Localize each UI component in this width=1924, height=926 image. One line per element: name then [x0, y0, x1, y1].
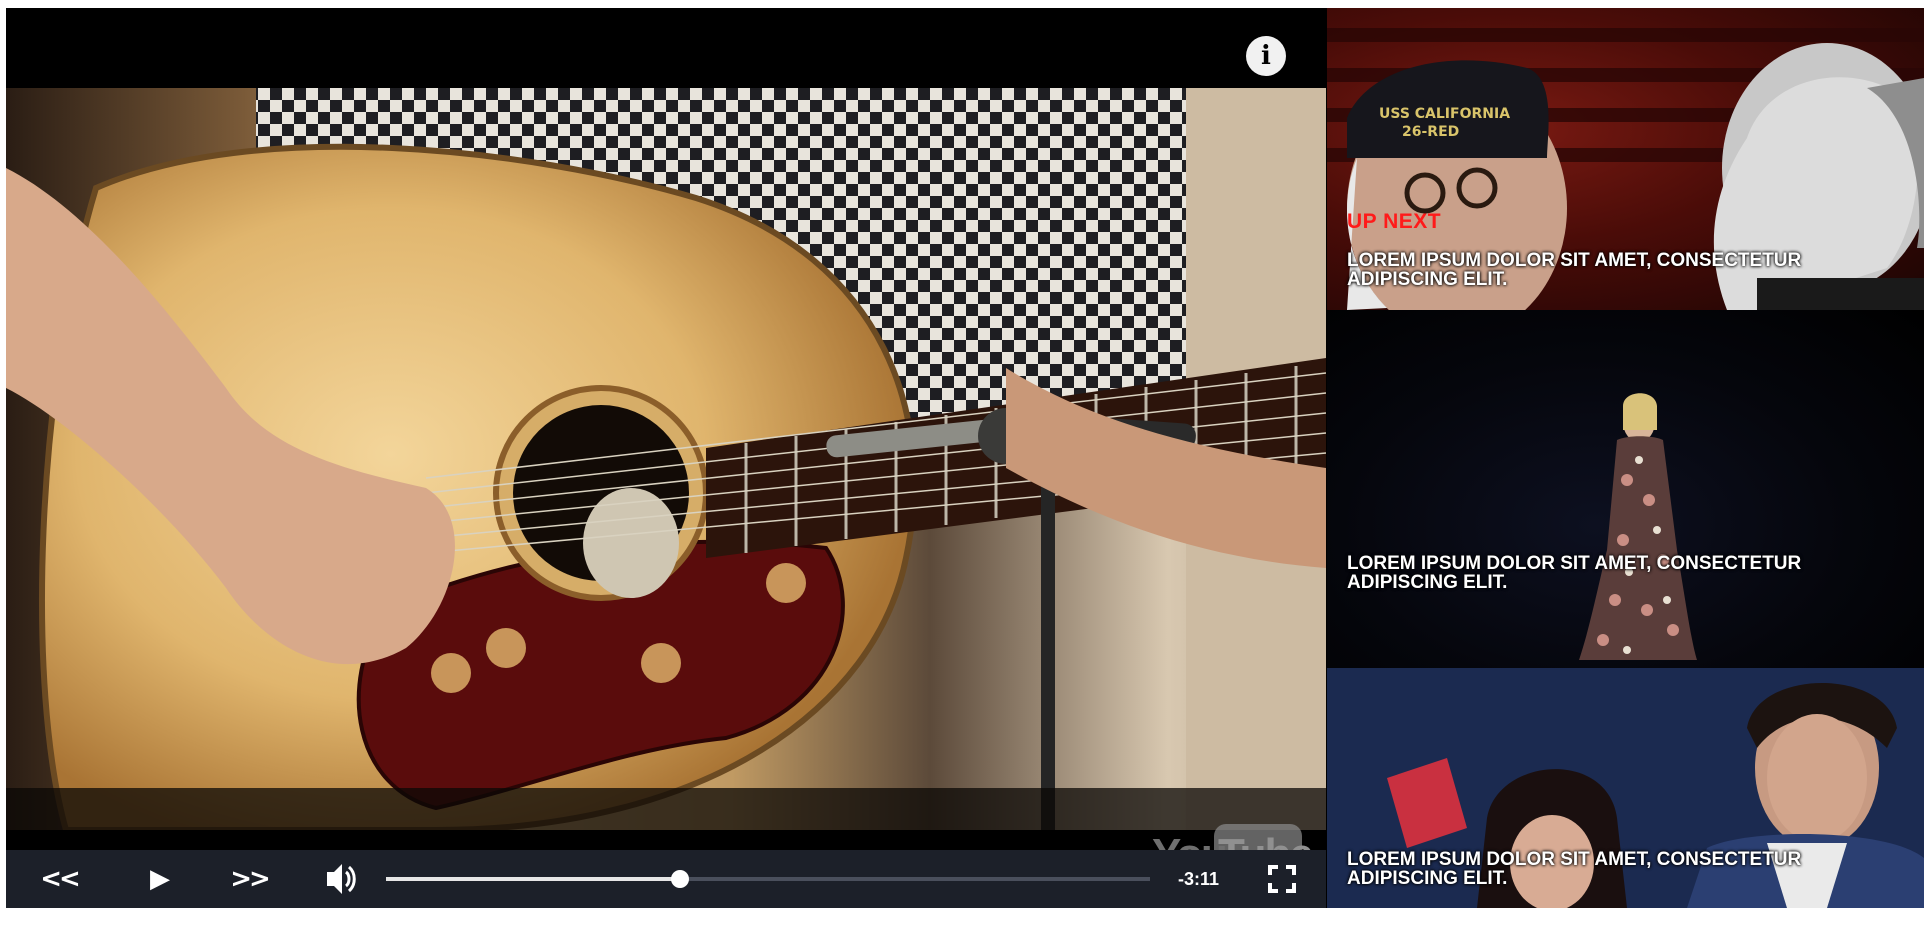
playlist-item-title: LOREM IPSUM DOLOR SIT AMET, CONSECTETUR … — [1347, 553, 1802, 593]
progress-bar[interactable] — [386, 870, 1150, 888]
video-area[interactable]: i << ▶ >> -3:11 — [6, 8, 1326, 908]
playlist-item[interactable]: LOREM IPSUM DOLOR SIT AMET, CONSECTETUR … — [1327, 668, 1924, 908]
playlist-item-title: LOREM IPSUM DOLOR SIT AMET, CONSECTETUR … — [1347, 849, 1802, 889]
thumbnail-image-2 — [1579, 393, 1697, 660]
video-player-frame: i << ▶ >> -3:11 USS CALIFORNIA 26-RED UP… — [6, 8, 1924, 908]
guitar-scene-image — [6, 88, 1326, 830]
progress-scrubber-handle[interactable] — [671, 870, 690, 888]
time-remaining: -3:11 — [1178, 869, 1220, 889]
svg-text:26-RED: 26-RED — [1402, 124, 1459, 140]
play-button[interactable]: ▶ — [140, 850, 180, 908]
playlist-item-title: LOREM IPSUM DOLOR SIT AMET, CONSECTETUR … — [1347, 250, 1802, 290]
svg-text:USS CALIFORNIA: USS CALIFORNIA — [1379, 106, 1510, 122]
up-next-playlist: USS CALIFORNIA 26-RED UP NEXT LOREM IPSU… — [1327, 8, 1924, 908]
info-button[interactable]: i — [1246, 36, 1286, 76]
player-control-bar: << ▶ >> -3:11 — [6, 850, 1326, 908]
up-next-label: UP NEXT — [1347, 210, 1442, 233]
playlist-item[interactable]: USS CALIFORNIA 26-RED UP NEXT LOREM IPSU… — [1327, 8, 1924, 310]
volume-button[interactable] — [320, 850, 360, 908]
next-button[interactable]: >> — [224, 850, 274, 908]
fullscreen-button[interactable] — [1268, 865, 1296, 893]
volume-icon — [327, 864, 356, 894]
video-top-bar: i — [6, 8, 1326, 88]
progress-fill — [386, 877, 681, 881]
previous-button[interactable]: << — [34, 850, 84, 908]
video-frame-guitar[interactable] — [6, 88, 1326, 830]
playlist-item[interactable]: LOREM IPSUM DOLOR SIT AMET, CONSECTETUR … — [1327, 310, 1924, 668]
fullscreen-icon — [1268, 865, 1296, 893]
